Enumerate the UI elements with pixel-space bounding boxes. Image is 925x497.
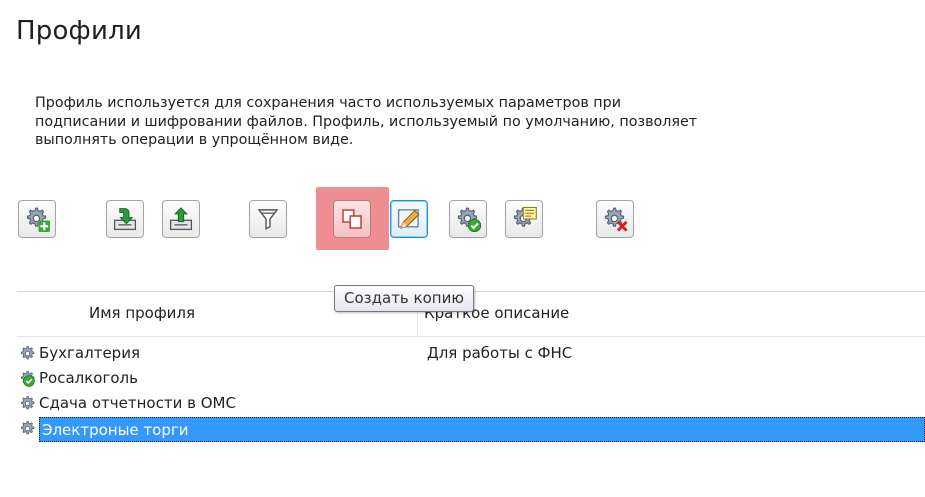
description-line: выполнять операции в упрощённом виде. xyxy=(35,132,354,148)
import-profile-button[interactable] xyxy=(106,200,144,238)
description-line: подписании и шифровании файлов. Профиль,… xyxy=(35,113,698,130)
gear-icon xyxy=(19,420,37,442)
edit-pencil-icon xyxy=(397,209,420,229)
gear-note-icon xyxy=(513,206,537,227)
export-profile-button[interactable] xyxy=(162,200,200,238)
profiles-list: Бухгалтерия Для работы с ФНС Росалкоголь… xyxy=(17,342,925,442)
profile-name: Бухгалтерия xyxy=(39,344,140,362)
gear-check-icon xyxy=(457,207,481,232)
page-description: Профиль используется для сохранения част… xyxy=(35,94,925,150)
profile-name: Электроные торги xyxy=(39,417,925,442)
export-icon xyxy=(169,207,193,231)
table-row[interactable]: Росалкоголь xyxy=(17,367,925,392)
description-line: Профиль используется для сохранения част… xyxy=(35,95,621,111)
filter-icon xyxy=(257,209,279,230)
gear-plus-icon xyxy=(26,207,50,232)
copy-icon xyxy=(342,209,362,229)
copy-tooltip: Создать копию xyxy=(334,285,474,312)
add-profile-button[interactable] xyxy=(18,200,56,238)
page-title: Профили xyxy=(16,16,143,46)
import-icon xyxy=(113,208,137,231)
gear-check-icon xyxy=(19,370,37,392)
column-header-name[interactable]: Имя профиля xyxy=(89,304,195,322)
table-row[interactable]: Бухгалтерия Для работы с ФНС xyxy=(17,342,925,367)
gear-icon xyxy=(19,345,37,367)
gear-delete-icon xyxy=(604,207,628,232)
profile-name: Росалкоголь xyxy=(39,369,138,387)
table-row-selected[interactable]: Электроные торги xyxy=(17,417,925,442)
profile-details-button[interactable] xyxy=(505,200,543,238)
copy-profile-button[interactable] xyxy=(333,200,371,238)
profile-description: Для работы с ФНС xyxy=(427,344,573,362)
table-row[interactable]: Сдача отчетности в ОМС xyxy=(17,392,925,417)
gear-icon xyxy=(19,395,37,417)
edit-profile-button[interactable] xyxy=(390,200,428,238)
set-default-profile-button[interactable] xyxy=(449,200,487,238)
delete-profile-button[interactable] xyxy=(596,200,634,238)
profile-name: Сдача отчетности в ОМС xyxy=(39,394,236,412)
filter-profiles-button[interactable] xyxy=(249,200,287,238)
profiles-toolbar xyxy=(0,184,925,264)
